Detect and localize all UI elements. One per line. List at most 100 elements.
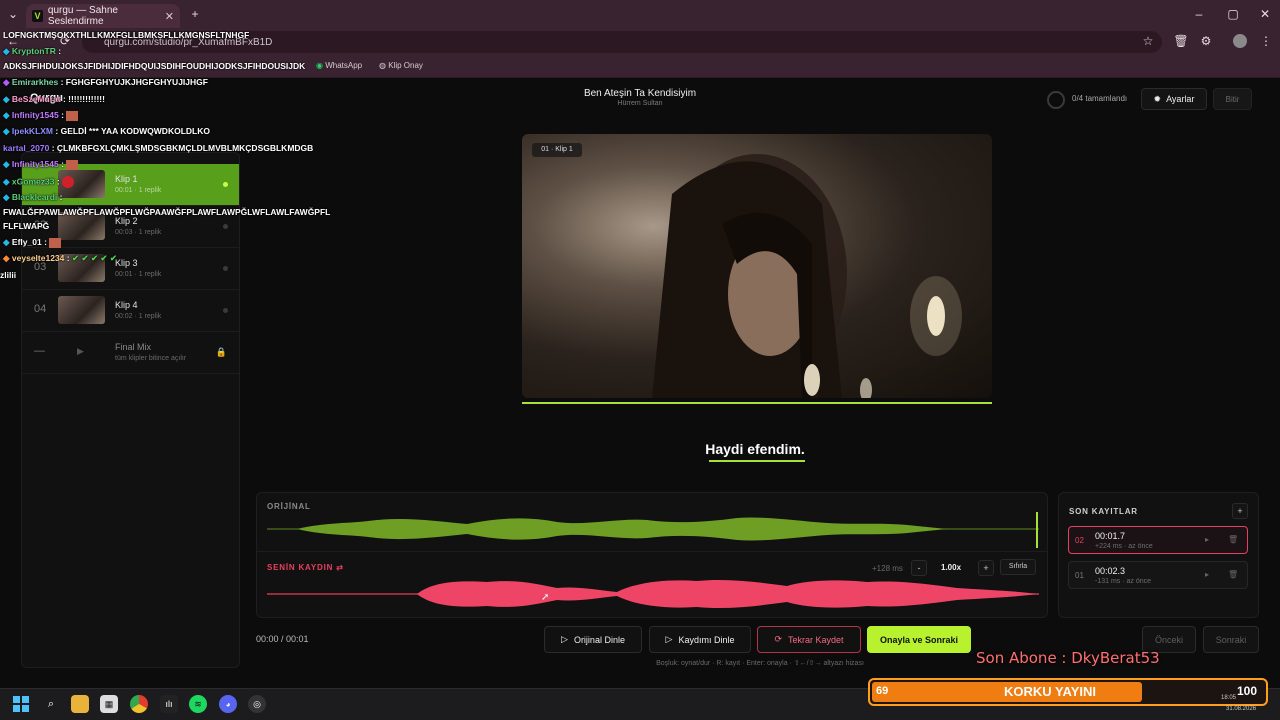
original-waveform[interactable] bbox=[267, 512, 1039, 548]
progress-text: 0/4 tamamlandı bbox=[1072, 94, 1128, 103]
gear-icon: ✹ bbox=[1153, 93, 1162, 104]
keyboard-hint: Boşluk: oynat/dur · R: kayıt · Enter: on… bbox=[656, 660, 864, 667]
close-window-icon[interactable]: ✕ bbox=[1256, 4, 1274, 24]
badge-icon: ◆ bbox=[3, 126, 10, 136]
rerecord-button[interactable]: ⟳ Tekrar Kaydet bbox=[757, 626, 861, 653]
play-icon[interactable]: ▸ bbox=[1205, 570, 1209, 579]
chat-message: ◆ Infinity1545 : bbox=[3, 110, 79, 121]
trash-icon[interactable]: 🗑 bbox=[1228, 570, 1238, 579]
original-label: ORİJİNAL bbox=[267, 502, 311, 511]
bookmark-klip-onay[interactable]: ◍ Klip Onay bbox=[379, 61, 423, 70]
badge-icon: ◆ bbox=[3, 176, 10, 187]
next-button[interactable]: Sonraki bbox=[1203, 626, 1259, 653]
finish-button[interactable]: Bitir bbox=[1213, 88, 1252, 110]
extension-icon[interactable]: ⚙ bbox=[1197, 31, 1215, 51]
play-icon: ▷ bbox=[665, 634, 673, 644]
speed-minus-button[interactable]: - bbox=[911, 560, 927, 576]
badge-icon: ◆ bbox=[3, 159, 10, 169]
badge-icon: ◆ bbox=[3, 46, 10, 56]
goal-current: 69 bbox=[876, 685, 889, 697]
windows-start-icon[interactable] bbox=[12, 695, 30, 713]
play-icon[interactable]: ▸ bbox=[1205, 535, 1209, 544]
chat-message: ◆ Infinity1545 : bbox=[3, 159, 79, 170]
trash-extension-icon[interactable]: 🗑 bbox=[1172, 31, 1190, 51]
chat-message: FLFLWAPĞ bbox=[3, 221, 50, 231]
bookmark-whatsapp[interactable]: ◉ WhatsApp bbox=[316, 61, 362, 70]
trash-icon[interactable]: 🗑 bbox=[1228, 535, 1238, 544]
minimize-icon[interactable]: – bbox=[1190, 4, 1208, 24]
video-player[interactable] bbox=[522, 134, 992, 398]
play-original-button[interactable]: ▷ Orijinal Dinle bbox=[544, 626, 642, 653]
approve-next-button[interactable]: Onayla ve Sonraki bbox=[867, 626, 971, 653]
emote-icon bbox=[66, 159, 79, 170]
chat-message: ◆ Emirarkhes : FGHGFGHYUJKJHGFGHYUJIJHGF bbox=[3, 77, 208, 87]
subtitle-line[interactable]: Haydi efendim. bbox=[680, 441, 830, 457]
reset-button[interactable]: Sıfırla bbox=[1000, 559, 1036, 575]
tab-title: qurgu — Sahne Seslendirme bbox=[47, 5, 118, 27]
scene-title: Ben Ateşin Ta Kendisiyim bbox=[583, 88, 697, 99]
status-dot bbox=[223, 266, 228, 271]
badge-icon: ◆ bbox=[3, 253, 10, 263]
badge-icon: ◆ bbox=[3, 110, 10, 120]
chrome-icon[interactable] bbox=[130, 695, 148, 713]
video-icon: ▶ bbox=[77, 346, 84, 356]
qurgu-favicon-icon: V bbox=[32, 10, 43, 22]
goal-target: 100 bbox=[1237, 684, 1258, 698]
emote-icon bbox=[66, 110, 79, 121]
panel-divider bbox=[257, 551, 1047, 552]
clip-thumbnail bbox=[58, 296, 105, 324]
badge-icon: ◆ bbox=[3, 94, 10, 104]
app-icon[interactable]: ▦ bbox=[100, 695, 118, 713]
recording-item[interactable]: 01 00:02.3 -131 ms · az önce ▸ 🗑 bbox=[1068, 561, 1248, 589]
file-explorer-icon[interactable] bbox=[71, 695, 89, 713]
app-icon[interactable]: ◎ bbox=[248, 695, 266, 713]
emote-icon bbox=[62, 176, 75, 188]
search-icon[interactable]: ⌕ bbox=[42, 695, 60, 713]
video-progress-bar[interactable] bbox=[522, 402, 992, 404]
emote-icon: ✔ ✔ ✔ ✔ ✔ bbox=[71, 253, 118, 263]
bookmark-star-icon[interactable]: ☆ bbox=[1139, 31, 1157, 51]
recording-waveform[interactable] bbox=[267, 576, 1039, 612]
play-icon: ▷ bbox=[561, 634, 568, 644]
status-dot bbox=[223, 308, 228, 313]
scene-subtitle: Hürrem Sultan bbox=[617, 100, 663, 107]
spotify-icon[interactable]: ≋ bbox=[189, 695, 207, 713]
menu-dots-icon[interactable]: ⋮ bbox=[1257, 31, 1275, 51]
profile-avatar[interactable] bbox=[1233, 34, 1247, 48]
chat-message: ◆ veyselte1234 : ✔ ✔ ✔ ✔ ✔ bbox=[3, 253, 118, 263]
status-dot bbox=[223, 182, 228, 187]
play-mine-button[interactable]: ▷ Kaydımı Dinle bbox=[649, 626, 751, 653]
browser-tab[interactable]: V qurgu — Sahne Seslendirme ✕ bbox=[26, 4, 180, 28]
lock-icon: 🔒 bbox=[215, 347, 227, 357]
last-subscriber: Son Abone : DkyBerat53 bbox=[976, 649, 1160, 667]
offset-value: +128 ms bbox=[872, 564, 903, 573]
add-recording-button[interactable]: + bbox=[1232, 503, 1248, 519]
chat-message: LOFNGKTMŞOKXTHLLKMXFGLLBMKSFLLKMGNSFLTNH… bbox=[3, 30, 250, 40]
chat-message: ADKSJFIHDUIJOKSJFIDHIJDIFHDQUIJSDIHFOUDH… bbox=[3, 61, 306, 71]
maximize-icon[interactable]: ▢ bbox=[1224, 4, 1242, 24]
chat-message: ◆ KryptonTR : bbox=[3, 46, 62, 56]
goal-label: KORKU YAYINI bbox=[1004, 684, 1096, 699]
recording-label[interactable]: SENİN KAYDIN ⇄ bbox=[267, 563, 344, 572]
status-dot bbox=[223, 224, 228, 229]
clock-date[interactable]: 31.08.2026 bbox=[1226, 706, 1256, 712]
discord-icon[interactable]: ◕ bbox=[219, 695, 237, 713]
progress-ring bbox=[1047, 91, 1065, 109]
whatsapp-icon: ◉ bbox=[316, 61, 323, 70]
clip-item[interactable]: 04 Klip 4 00:02 · 1 replik bbox=[22, 290, 239, 332]
tab-search-icon[interactable]: ⌄ bbox=[4, 4, 22, 24]
chat-message: ◆ Efly_01 : bbox=[3, 237, 62, 248]
recording-item[interactable]: 02 00:01.7 +224 ms · az önce ▸ 🗑 bbox=[1068, 526, 1248, 554]
video-frame bbox=[652, 154, 962, 398]
clock-time[interactable]: 18:05 bbox=[1221, 695, 1236, 701]
subtitle-underline bbox=[709, 460, 805, 462]
chat-message: FWALĞFPAWLAWĞPFLAWĞPFLWĞPAAWĞFPLAWFLAWPĞ… bbox=[3, 207, 331, 217]
chat-message: zlilii bbox=[0, 270, 17, 280]
settings-button[interactable]: ✹ Ayarlar bbox=[1141, 88, 1207, 110]
speed-plus-button[interactable]: + bbox=[978, 560, 994, 576]
audio-app-icon[interactable]: ılı bbox=[160, 695, 178, 713]
badge-icon: ◆ bbox=[3, 237, 10, 247]
new-tab-icon[interactable]: + bbox=[186, 4, 204, 24]
close-tab-icon[interactable]: ✕ bbox=[165, 10, 174, 23]
chat-message: ◆ xGomez33 : bbox=[3, 176, 75, 188]
